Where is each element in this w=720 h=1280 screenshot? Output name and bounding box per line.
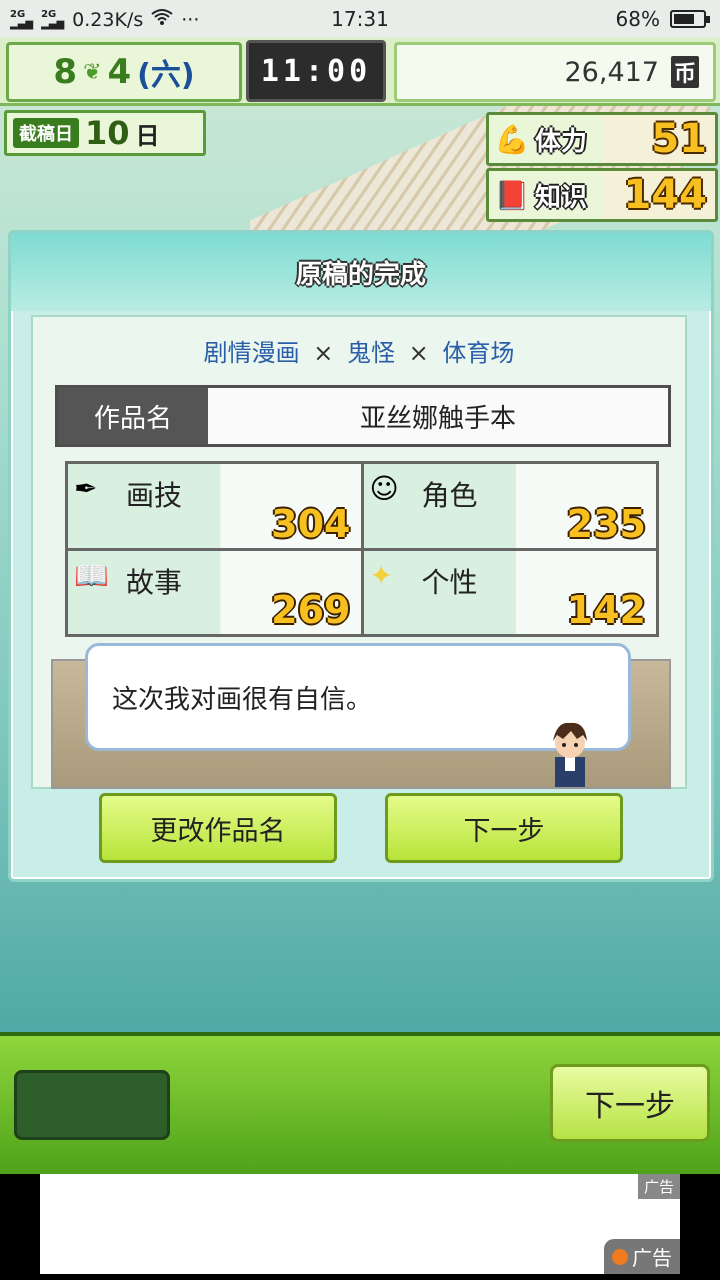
battery-percent: 68% xyxy=(615,7,660,31)
character-icon: ☺ xyxy=(369,472,399,505)
work-info-panel: 剧情漫画 × 鬼怪 × 体育场 作品名 亚丝娜触手本 ✒ 画技 304 ☺ 角色… xyxy=(31,315,687,789)
money-display: 26,417 币 xyxy=(394,42,716,102)
stamina-value: 51 xyxy=(603,115,715,163)
genre-line: 剧情漫画 × 鬼怪 × 体育场 xyxy=(33,333,685,368)
date-display: 8 ❦ 4 (六) xyxy=(6,42,242,102)
day: 4 xyxy=(107,52,132,92)
stat-story: 📖 故事 269 xyxy=(68,550,361,634)
genre-separator-2: × xyxy=(408,339,429,367)
knowledge-stat: 📕 知识 144 xyxy=(486,168,718,222)
stat-name: 画技 xyxy=(126,479,183,512)
ad-tag: 广告 xyxy=(637,1174,680,1199)
knowledge-value: 144 xyxy=(603,171,715,219)
stat-name: 角色 xyxy=(421,479,478,512)
leaf-icon: ❦ xyxy=(83,59,102,85)
stat-character: ☺ 角色 235 xyxy=(363,464,656,548)
bottom-left-button[interactable] xyxy=(14,1070,170,1140)
stat-value: 269 xyxy=(271,588,351,632)
stat-value: 235 xyxy=(566,501,646,546)
red-book-icon: 📕 xyxy=(494,178,530,212)
sparkle-icon: ✦ xyxy=(369,558,393,592)
genre-separator: × xyxy=(313,339,334,367)
knowledge-label: 知识 xyxy=(535,182,588,213)
genre-1: 剧情漫画 xyxy=(203,339,300,367)
work-name-value: 亚丝娜触手本 xyxy=(208,388,668,444)
comment-text: 这次我对画很有自信。 xyxy=(112,684,373,715)
battery-icon xyxy=(670,10,710,28)
genre-2: 鬼怪 xyxy=(347,339,395,367)
stat-value: 142 xyxy=(566,588,646,632)
ad-area: 广告 广告 xyxy=(0,1174,720,1280)
book-icon: 📖 xyxy=(74,558,109,592)
month: 8 xyxy=(53,52,78,92)
stats-grid: ✒ 画技 304 ☺ 角色 235 📖 故事 269 ✦ 个性 142 xyxy=(65,461,659,637)
ad-badge: 广告 xyxy=(604,1239,680,1274)
work-name-label: 作品名 xyxy=(93,403,172,434)
work-name-row: 作品名 亚丝娜触手本 xyxy=(55,385,671,447)
ad-badge-label: 广告 xyxy=(632,1246,672,1270)
pen-icon: ✒ xyxy=(74,472,98,505)
stamina-label: 体力 xyxy=(535,126,588,157)
genre-3: 体育场 xyxy=(442,339,515,367)
stat-name: 故事 xyxy=(126,565,183,599)
deadline-unit: 日 xyxy=(135,121,160,150)
arm-icon: 💪 xyxy=(494,122,530,156)
assistant-avatar xyxy=(553,722,587,787)
stat-name: 个性 xyxy=(421,565,478,599)
bottom-bar: 下一步 xyxy=(0,1032,720,1174)
rename-work-button[interactable]: 更改作品名 xyxy=(99,793,337,863)
status-bar: 2G ▂▄▆ 2G ▂▄▆ 0.23K/s ··· 17:31 68% xyxy=(0,0,720,38)
ad-logo-icon xyxy=(612,1248,628,1265)
status-time: 17:31 xyxy=(331,7,389,31)
ad-banner[interactable]: 广告 广告 xyxy=(40,1174,680,1274)
weekday: (六) xyxy=(137,58,195,93)
deadline-display: 截稿日 10 日 xyxy=(4,110,206,156)
dialog-next-button[interactable]: 下一步 xyxy=(385,793,623,863)
dialog-title: 原稿的完成 xyxy=(11,233,711,311)
money-unit-icon: 币 xyxy=(670,56,699,88)
manuscript-complete-dialog: 原稿的完成 剧情漫画 × 鬼怪 × 体育场 作品名 亚丝娜触手本 ✒ 画技 30… xyxy=(8,230,714,882)
money-value: 26,417 xyxy=(564,56,659,88)
deadline-label: 截稿日 xyxy=(13,118,79,148)
deadline-days: 10 xyxy=(85,114,130,152)
stamina-stat: 💪 体力 51 xyxy=(486,112,718,166)
stat-drawing: ✒ 画技 304 xyxy=(68,464,361,548)
bottom-next-button[interactable]: 下一步 xyxy=(550,1064,710,1142)
stat-personality: ✦ 个性 142 xyxy=(363,550,656,634)
stat-value: 304 xyxy=(271,501,351,546)
clock-display: 11:00 xyxy=(246,40,386,102)
